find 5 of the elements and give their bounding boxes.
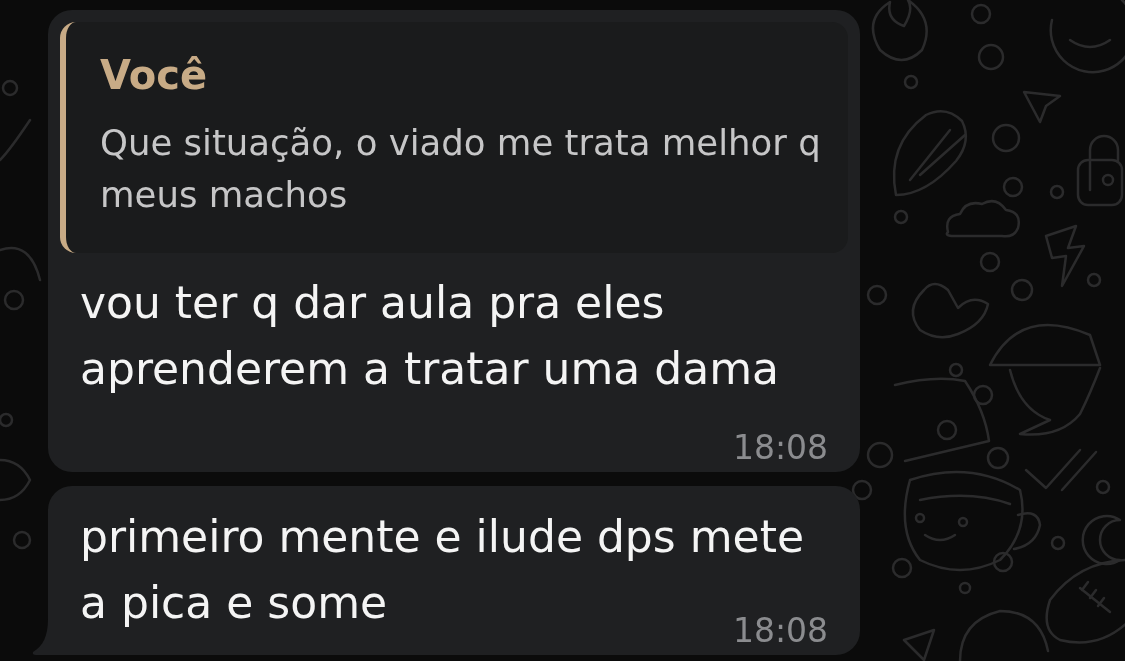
message-text: vou ter q dar aula pra eles aprenderem a tratar uma dama [80, 277, 779, 394]
quote-author: Você [100, 52, 208, 98]
quoted-message[interactable]: Você Que situação, o viado me trata melhor q meus machos [60, 22, 848, 253]
message-time: 18:08 [732, 435, 828, 461]
quote-text: Que situação, o viado me trata melhor q meus machos [100, 121, 822, 217]
